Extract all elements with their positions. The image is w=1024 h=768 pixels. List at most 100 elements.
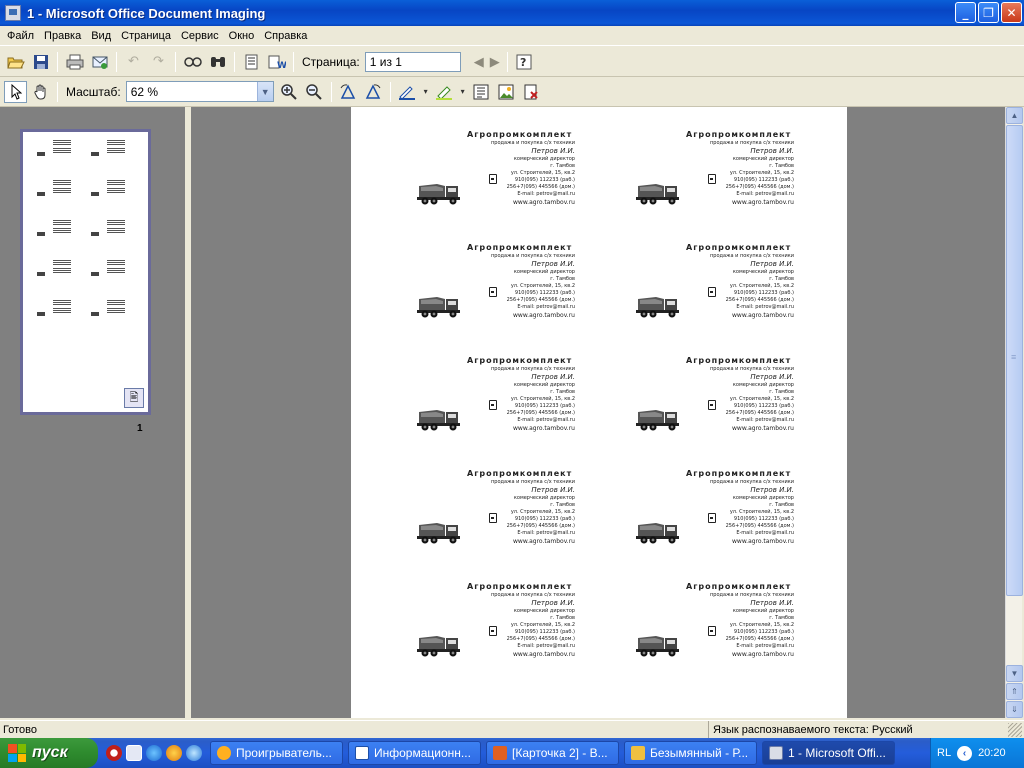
thumbnail-card-text [53, 228, 71, 234]
business-card: Агропромкомплект продажа и покупка с/х те… [578, 235, 808, 347]
zoom-in-icon[interactable] [278, 81, 301, 103]
card-company: Агропромкомплект [467, 469, 573, 478]
scrollbar-thumb[interactable] [1006, 125, 1023, 596]
title-bar[interactable]: 1 - Microsoft Office Document Imaging _ … [0, 0, 1024, 26]
pen-dropdown-icon[interactable]: ▾ [421, 81, 431, 103]
zoom-select[interactable]: 62 % ▼ [125, 81, 274, 102]
rotate-left-icon[interactable] [337, 81, 360, 103]
card-subtitle: продажа и покупка с/х техники [491, 140, 575, 146]
rotate-right-icon[interactable] [362, 81, 385, 103]
page-number-field[interactable]: 1 из 1 [364, 51, 461, 72]
pan-hand-icon[interactable] [29, 81, 52, 103]
open-icon[interactable] [4, 51, 27, 73]
zoom-out-icon[interactable] [303, 81, 326, 103]
card-phone1: 910(095) 112233 (раб.) [514, 177, 575, 183]
scroll-up-button[interactable]: ▲ [1006, 107, 1023, 124]
windows-logo-icon [8, 744, 26, 762]
tray-expand-icon[interactable]: ‹ [957, 745, 973, 761]
card-email: E-mail: petrov@mail.ru [736, 530, 794, 536]
scroll-down-button[interactable]: ▼ [1006, 665, 1023, 682]
messenger-icon[interactable] [186, 745, 202, 761]
thumbnail-card-text [107, 220, 125, 226]
pen-icon[interactable] [396, 81, 419, 103]
make-annotations-permanent-icon[interactable] [520, 81, 543, 103]
card-contact-info: Агропромкомплект продажа и покупка с/х те… [686, 469, 794, 546]
chevron-down-icon[interactable]: ▼ [256, 82, 273, 101]
card-phone2: 256+7(095) 445566 (дом.) [506, 636, 575, 642]
card-address: ул. Строителей, 15, кв.2 [510, 170, 575, 176]
send-to-word-icon[interactable] [240, 51, 263, 73]
card-phone2: 256+7(095) 445566 (дом.) [506, 410, 575, 416]
card-email: E-mail: petrov@mail.ru [736, 304, 794, 310]
internet-explorer-icon[interactable] [146, 745, 162, 761]
taskbar-item-media-player[interactable]: Проигрыватель... [210, 741, 343, 765]
insert-picture-icon[interactable] [495, 81, 518, 103]
taskbar-item-document-imaging[interactable]: 1 - Microsoft Offi... [762, 741, 895, 765]
card-phone1: 910(095) 112233 (раб.) [514, 516, 575, 522]
toolbar-separator [234, 51, 235, 72]
previous-page-scroll-button[interactable]: ⇑ [1006, 683, 1023, 700]
business-card: Агропромкомплект продажа и покупка с/х те… [359, 235, 589, 347]
print-icon[interactable] [63, 51, 86, 73]
business-card: Агропромкомплект продажа и покупка с/х те… [578, 461, 808, 573]
card-company: Агропромкомплект [686, 243, 792, 252]
thumbnail-page-number: 1 [137, 423, 143, 434]
card-phone1: 910(095) 112233 (раб.) [733, 403, 794, 409]
undo-icon[interactable]: ↶ [122, 51, 145, 73]
business-card: Агропромкомплект продажа и покупка с/х те… [359, 461, 589, 573]
recognize-text-icon[interactable] [181, 51, 204, 73]
card-phone1: 910(095) 112233 (раб.) [514, 403, 575, 409]
card-phone1: 910(095) 112233 (раб.) [733, 516, 794, 522]
dump-truck-icon [417, 632, 461, 658]
send-email-icon[interactable] [88, 51, 111, 73]
media-player-icon[interactable] [166, 745, 182, 761]
document-view[interactable]: Агропромкомплект продажа и покупка с/х те… [191, 107, 1005, 718]
vertical-scrollbar[interactable]: ▲ ▼ ⇑ ⇓ [1005, 107, 1023, 718]
card-phone2: 256+7(095) 445566 (дом.) [725, 410, 794, 416]
thumbnail-truck-icon [91, 232, 99, 236]
menu-file[interactable]: Файл [2, 30, 39, 42]
status-text: Готово [3, 723, 37, 736]
toolbar-separator [57, 51, 58, 72]
word-document-icon [355, 746, 369, 760]
menu-window[interactable]: Окно [224, 30, 260, 42]
thumbnail-pane[interactable]: 🖹 1 [0, 107, 187, 718]
highlighter-dropdown-icon[interactable]: ▾ [458, 81, 468, 103]
card-position: комерческий директор [732, 156, 794, 162]
menu-tools[interactable]: Сервис [176, 30, 224, 42]
minimize-button[interactable]: _ [955, 2, 976, 23]
redo-icon[interactable]: ↷ [147, 51, 170, 73]
menu-view[interactable]: Вид [86, 30, 116, 42]
taskbar-item-word[interactable]: Информационн... [348, 741, 481, 765]
thumbnail-truck-icon [91, 192, 99, 196]
help-icon[interactable]: ? [513, 51, 536, 73]
opera-icon[interactable] [106, 745, 122, 761]
card-contact-info: Агропромкомплект продажа и покупка с/х те… [467, 243, 575, 320]
close-button[interactable]: ✕ [1001, 2, 1022, 23]
send-text-to-word-icon[interactable]: W [265, 51, 288, 73]
menu-edit[interactable]: Правка [39, 30, 86, 42]
next-page-icon[interactable]: ▶ [487, 51, 503, 73]
menu-help[interactable]: Справка [259, 30, 312, 42]
resize-grip[interactable] [1008, 722, 1022, 737]
menu-page[interactable]: Страница [116, 30, 176, 42]
highlighter-icon[interactable] [433, 81, 456, 103]
language-indicator[interactable]: RL [937, 747, 951, 759]
previous-page-icon[interactable]: ◀ [471, 51, 487, 73]
start-button[interactable]: пуск [0, 738, 98, 768]
text-box-icon[interactable] [470, 81, 493, 103]
select-pointer-icon[interactable] [4, 80, 27, 103]
find-icon[interactable] [206, 51, 229, 73]
taskbar-item-card[interactable]: [Карточка 2] - В... [486, 741, 619, 765]
card-name: Петров И.И. [531, 373, 575, 381]
card-phone2: 256+7(095) 445566 (дом.) [725, 636, 794, 642]
taskbar-item-paint[interactable]: Безымянный - Р... [624, 741, 757, 765]
save-icon[interactable] [29, 51, 52, 73]
card-contact-info: Агропромкомплект продажа и покупка с/х те… [686, 356, 794, 433]
card-web: www.agro.tambov.ru [732, 538, 794, 545]
show-desktop-icon[interactable] [126, 745, 142, 761]
maximize-button[interactable]: ❐ [978, 2, 999, 23]
dump-truck-icon [636, 519, 680, 545]
next-page-scroll-button[interactable]: ⇓ [1006, 701, 1023, 718]
page-thumbnail[interactable]: 🖹 [20, 129, 151, 415]
